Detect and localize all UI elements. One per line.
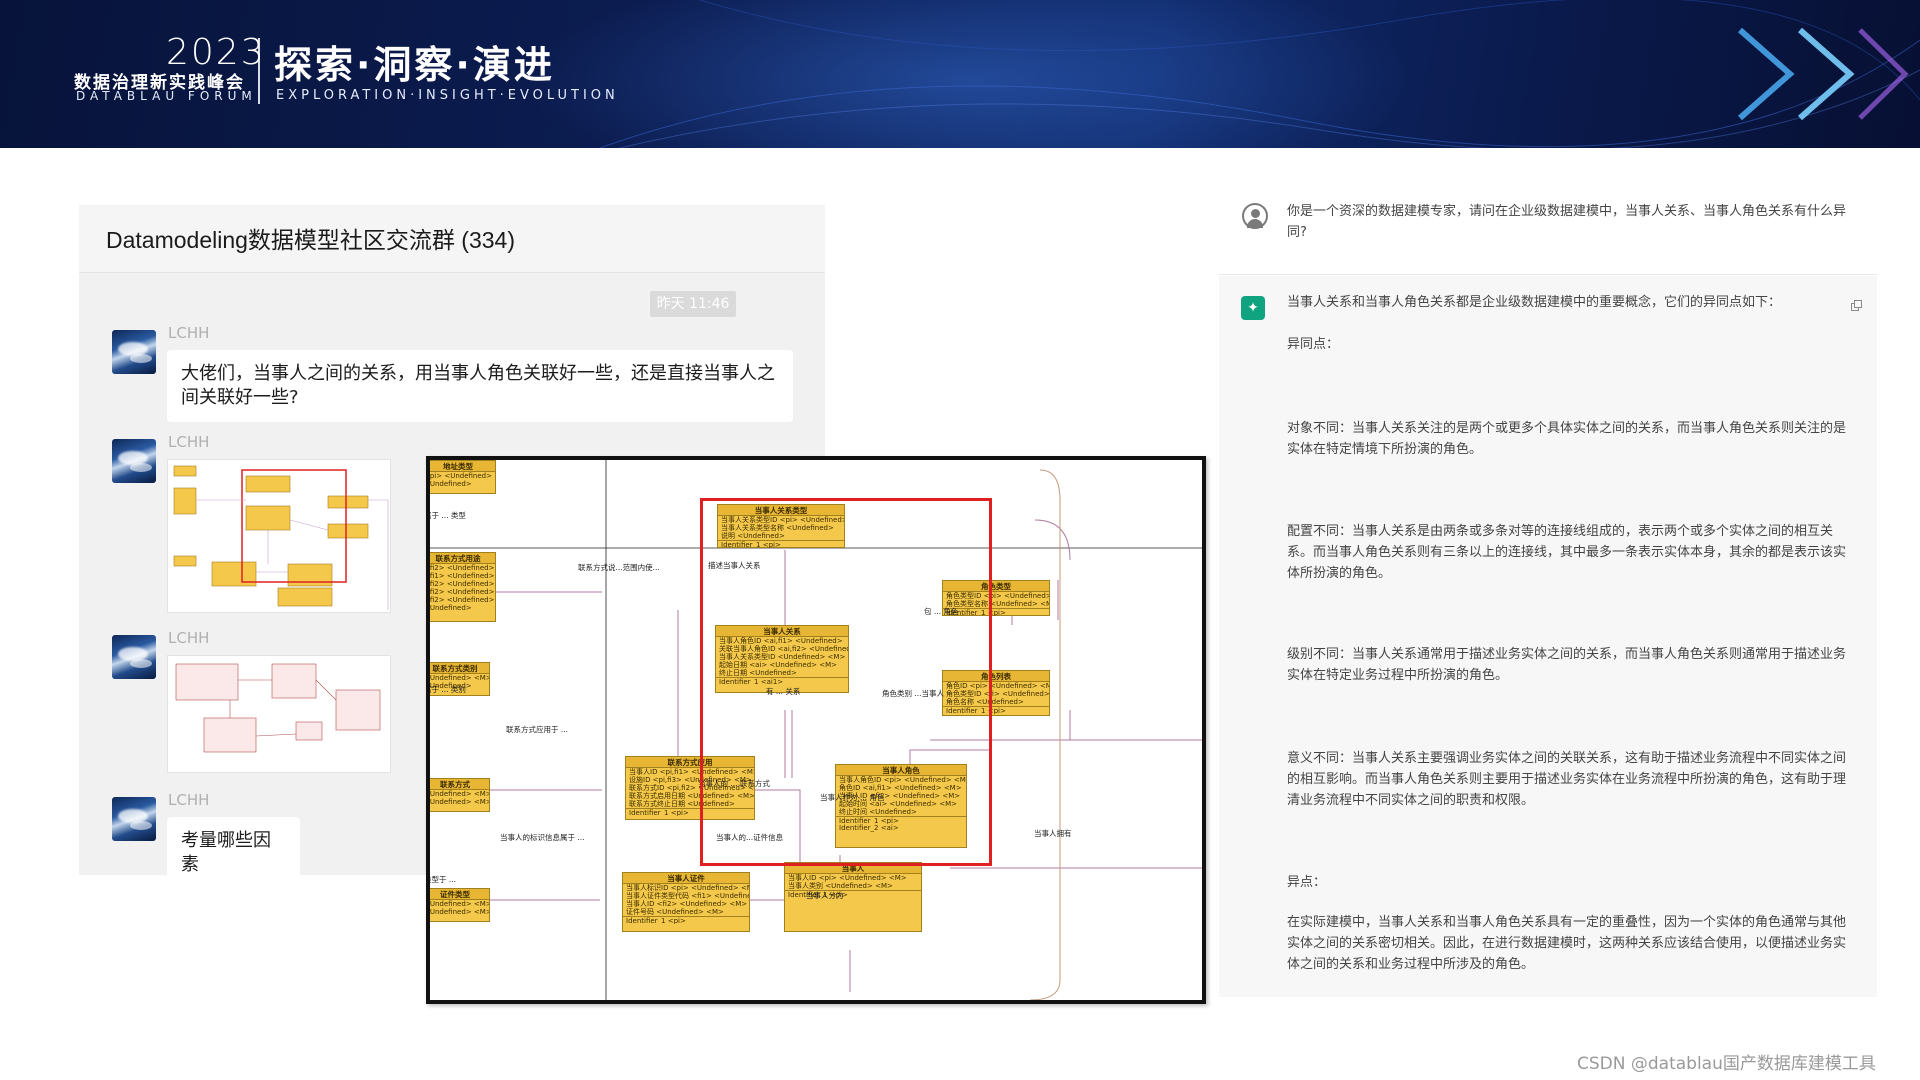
entity-box[interactable]: 联系方式 <Undefined> <M> <Undefined> <M> xyxy=(430,778,490,812)
answer-paragraph: 级别不同：当事人关系通常用于描述业务实体之间的关系，而当事人角色关系则通常用于描… xyxy=(1287,647,1847,683)
chatgpt-icon: ✦ xyxy=(1241,296,1265,320)
message-bubble[interactable]: 考量哪些因素 xyxy=(167,817,300,889)
diagram-thumbnail xyxy=(168,656,390,772)
answer-paragraph: 配置不同：当事人关系是由两条或多条对等的连接线组成的，表示两个或多个实体之间的相… xyxy=(1287,524,1847,581)
message-bubble[interactable]: 大佬们，当事人之间的关系，用当事人角色关联好一些，还是直接当事人之间关联好一些? xyxy=(167,350,793,422)
avatar[interactable] xyxy=(112,635,156,679)
entity-box[interactable]: 联系方式用途 <fi2> <Undefined> <M> <fi1> <Unde… xyxy=(430,552,496,622)
slide: 2023 数据治理新实践峰会 DATABLAU FORUM 探索·洞察·演进 E… xyxy=(0,0,1920,1080)
answer-paragraph: 对象不同：当事人关系关注的是两个或更多个具体实体之间的关系，而当事人角色关系则关… xyxy=(1287,421,1847,457)
forum-banner: 2023 数据治理新实践峰会 DATABLAU FORUM 探索·洞察·演进 E… xyxy=(0,0,1920,148)
highlight-box xyxy=(700,498,992,866)
assistant-answer: ✦ 当事人关系和当事人角色关系都是企业级数据建模中的重要概念，它们的异同点如下：… xyxy=(1219,276,1877,997)
ai-chat-panel: 你是一个资深的数据建模专家，请问在企业级数据建模中，当事人关系、当事人角色关系有… xyxy=(1219,185,1877,997)
banner-forum-subtitle: DATABLAU FORUM xyxy=(76,89,257,103)
relationship-label: 当事人分为 xyxy=(806,891,844,900)
sender-name: LCHH xyxy=(168,324,210,342)
image-message[interactable] xyxy=(167,459,391,613)
relationship-label: 当事人的标识信息属于 ... xyxy=(500,833,585,842)
sender-name: LCHH xyxy=(168,629,210,647)
answer-paragraph: 意义不同：当事人关系主要强调业务实体之间的关联关系，这有助于描述业务流程中不同实… xyxy=(1287,751,1847,808)
answer-paragraph: 在实际建模中，当事人关系和当事人角色关系具有一定的重叠性，因为一个实体的角色通常… xyxy=(1287,915,1847,972)
relationship-label: 联系方式说...范围内使... xyxy=(578,563,660,572)
image-message[interactable] xyxy=(167,655,391,773)
relationship-label: 类型于 ... xyxy=(426,875,457,884)
answer-heading: 异点： xyxy=(1287,875,1327,890)
answer-paragraph: 当事人关系和当事人角色关系都是企业级数据建模中的重要概念，它们的异同点如下： xyxy=(1287,295,1782,310)
user-question: 你是一个资深的数据建模专家，请问在企业级数据建模中，当事人关系、当事人角色关系有… xyxy=(1219,185,1877,275)
er-diagram: 地址类型 <pi> <Undefined> <M> <Undefined> 联系… xyxy=(426,456,1206,1004)
chat-title: Datamodeling数据模型社区交流群 (334) xyxy=(106,227,516,253)
user-icon xyxy=(1242,203,1268,229)
avatar[interactable] xyxy=(112,797,156,841)
watermark: CSDN @datablau国产数据库建模工具 xyxy=(1577,1054,1876,1074)
entity-party[interactable]: 当事人 当事人ID <pi> <Undefined> <M> 当事人类别 <Un… xyxy=(784,862,922,932)
answer-heading: 异同点： xyxy=(1287,337,1340,352)
banner-divider xyxy=(258,38,260,104)
sender-name: LCHH xyxy=(168,433,210,451)
relationship-label: 属于 ... 类别 xyxy=(426,685,466,694)
diagram-thumbnail xyxy=(168,460,390,612)
banner-year: 2023 xyxy=(166,32,266,73)
chat-timestamp: 昨天 11:46 xyxy=(650,291,736,317)
relationship-label: 当事人拥有 xyxy=(1034,829,1072,838)
entity-party-cert[interactable]: 当事人证件 当事人标识ID <pi> <Undefined> <M> 当事人证件… xyxy=(622,872,750,932)
relationship-label: 属于 ... 类型 xyxy=(426,511,466,520)
banner-slogan-en: EXPLORATION·INSIGHT·EVOLUTION xyxy=(276,88,619,103)
banner-slogan: 探索·洞察·演进 xyxy=(274,43,555,87)
entity-box[interactable]: 证件类型 <Undefined> <M> <Undefined> <M> xyxy=(430,888,490,922)
entity-box[interactable]: 地址类型 <pi> <Undefined> <M> <Undefined> xyxy=(430,460,496,494)
sender-name: LCHH xyxy=(168,791,210,809)
avatar[interactable] xyxy=(112,330,156,374)
avatar[interactable] xyxy=(112,439,156,483)
relationship-label: 联系方式应用于 ... xyxy=(506,725,569,734)
question-text: 你是一个资深的数据建模专家，请问在企业级数据建模中，当事人关系、当事人角色关系有… xyxy=(1287,204,1847,240)
chat-header: Datamodeling数据模型社区交流群 (334) xyxy=(79,205,825,273)
